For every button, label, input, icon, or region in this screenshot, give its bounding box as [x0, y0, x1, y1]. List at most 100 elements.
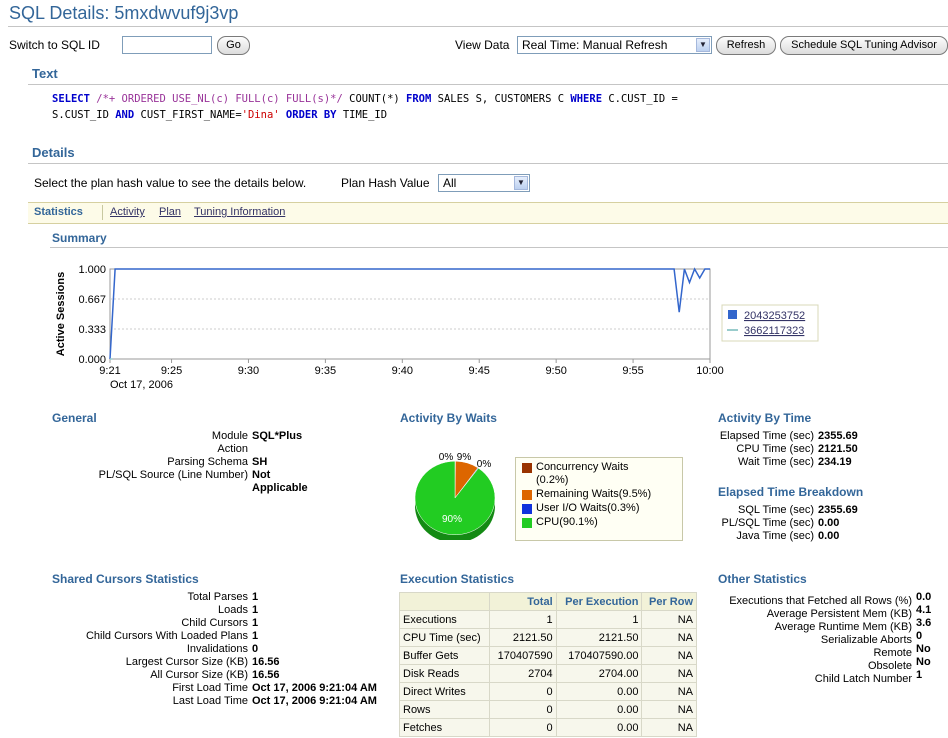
table-cell: Fetches — [398, 718, 491, 737]
table-cell: Buffer Gets — [398, 646, 491, 665]
table-cell: NA — [641, 682, 697, 701]
plan-hash-label: Plan Hash Value — [341, 176, 430, 190]
sql-text: SELECT /*+ ORDERED USE_NL(c) FULL(c) FUL… — [52, 91, 678, 123]
execution-statistics-heading: Execution Statistics — [400, 572, 515, 586]
stat-row: Loads 1 — [52, 604, 382, 617]
stat-row: Executions that Fetched all Rows (%) 0.0 — [718, 591, 942, 607]
stat-row: Last Load Time Oct 17, 2006 9:21:04 AM — [52, 695, 382, 708]
schedule-sql-tuning-advisor-button[interactable]: Schedule SQL Tuning Advisor — [780, 36, 948, 55]
shared-cursors-list: Total Parses 1 Loads 1 Child Cursors 1 Child C… — [52, 591, 382, 708]
sql-token: 'Dina' — [241, 109, 280, 121]
table-cell: 0 — [489, 718, 557, 737]
legend-swatch — [522, 518, 532, 528]
elapsed-breakdown-list: SQL Time (sec) 2355.69 PL/SQL Time (sec) 0.… — [718, 504, 858, 543]
stat-row: Largest Cursor Size (KB) 16.56 — [52, 656, 382, 669]
sql-text-line-2: S.CUST_ID AND CUST_FIRST_NAME='Dina' ORD… — [52, 107, 678, 123]
table-row: Direct Writes 0 0.00 NA — [398, 682, 697, 701]
pie-label: 9% — [457, 452, 472, 463]
tab-activity[interactable]: Activity — [110, 206, 145, 218]
pie-legend-item: CPU(90.1%) — [516, 516, 682, 529]
table-cell: 0 — [489, 700, 557, 719]
sql-token: CUST_FIRST_NAME= — [134, 109, 242, 121]
stat-label: Action — [217, 443, 248, 455]
other-statistics-list: Executions that Fetched all Rows (%) 0.0 A… — [718, 591, 942, 685]
refresh-button[interactable]: Refresh — [716, 36, 776, 55]
y-tick-label: 0.667 — [78, 294, 106, 306]
stat-row: SQL Time (sec) 2355.69 — [718, 504, 858, 517]
sql-text-line-1: SELECT /*+ ORDERED USE_NL(c) FULL(c) FUL… — [52, 91, 678, 107]
general-list: Module SQL*Plus Action Parsing Schema SH PL/S… — [52, 430, 372, 495]
stat-label: Invalidations — [186, 643, 248, 655]
pie-label: 0% — [439, 452, 454, 463]
plan-hash-value: All — [443, 176, 457, 190]
table-cell: Executions — [398, 610, 491, 629]
stat-row: Elapsed Time (sec) 2355.69 — [718, 430, 858, 443]
stat-label: Java Time (sec) — [736, 530, 814, 542]
stat-row: Child Latch Number 1 — [718, 669, 942, 685]
x-tick-label: 10:00 — [696, 365, 724, 377]
table-cell: NA — [641, 700, 697, 719]
table-cell: 2704 — [489, 664, 557, 683]
shared-cursors-heading: Shared Cursors Statistics — [52, 572, 199, 586]
stat-row: Remote No — [718, 643, 942, 659]
x-tick-label: 9:21 — [99, 365, 120, 377]
chevron-down-icon[interactable]: ▼ — [696, 38, 710, 52]
pie-legend-item: Remaining Waits(9.5%) — [516, 488, 682, 501]
sql-token: /*+ ORDERED USE_NL(c) FULL(c) FULL(s)*/ — [96, 93, 343, 105]
view-data-select[interactable]: Real Time: Manual Refresh ▼ — [517, 36, 712, 54]
stat-label: Wait Time (sec) — [738, 456, 814, 468]
pie-label: 0% — [477, 459, 492, 470]
stat-label: PL/SQL Time (sec) — [721, 517, 814, 529]
table-cell: 0 — [489, 682, 557, 701]
legend-swatch — [728, 310, 737, 319]
stat-label: Child Cursors With Loaded Plans — [85, 630, 248, 642]
legend-label[interactable]: 3662117323 — [744, 325, 804, 337]
legend-label[interactable]: 2043253752 — [744, 310, 805, 322]
stat-row: CPU Time (sec) 2121.50 — [718, 443, 857, 456]
stat-row: Module SQL*Plus — [52, 430, 372, 443]
go-button[interactable]: Go — [217, 36, 250, 55]
tab-tuning-information[interactable]: Tuning Information — [194, 206, 285, 218]
stat-row: Parsing Schema SH — [52, 456, 372, 469]
sql-token: SELECT — [52, 93, 90, 105]
stat-label: Child Latch Number — [814, 673, 912, 685]
text-section-heading: Text — [32, 66, 58, 81]
pie-legend-item: Concurrency Waits (0.2%) — [516, 461, 682, 487]
stat-row: Average Persistent Mem (KB) 4.1 — [718, 604, 942, 620]
x-tick-label: 9:45 — [469, 365, 490, 377]
stat-value: 0.0 — [916, 591, 932, 603]
tab-statistics[interactable]: Statistics — [34, 206, 83, 218]
x-tick-label: 9:25 — [161, 365, 182, 377]
stat-row: Wait Time (sec) 234.19 — [718, 456, 858, 469]
stat-label: CPU Time (sec) — [736, 443, 814, 455]
stat-label: Largest Cursor Size (KB) — [125, 656, 248, 668]
chevron-down-icon[interactable]: ▼ — [514, 176, 528, 190]
stat-label: First Load Time — [172, 682, 248, 694]
active-sessions-chart: 1.0000.6670.3330.0009:21 9:25 9:30 9:35 9:40… — [55, 264, 819, 391]
plan-hash-instruction: Select the plan hash value to see the de… — [34, 176, 307, 190]
stat-row: Average Runtime Mem (KB) 3.6 — [718, 617, 942, 633]
x-tick-label: 9:35 — [315, 365, 336, 377]
plot-area — [109, 268, 711, 360]
stat-value: Oct 17, 2006 9:21:04 AM — [252, 695, 377, 707]
stat-label: Elapsed Time (sec) — [719, 430, 814, 442]
tab-plan[interactable]: Plan — [159, 206, 181, 218]
sql-id-input[interactable] — [122, 36, 212, 54]
stat-label: Module — [211, 430, 248, 442]
x-tick-label: 9:55 — [622, 365, 643, 377]
stat-label: PL/SQL Source (Line Number) — [98, 469, 248, 481]
table-cell: NA — [641, 664, 697, 683]
stat-value: 3.6 — [916, 617, 932, 629]
stat-row: Java Time (sec) 0.00 — [718, 530, 858, 543]
table-cell: NA — [641, 718, 697, 737]
table-cell: 2121.50 — [555, 628, 643, 647]
stat-row: All Cursor Size (KB) 16.56 — [52, 669, 382, 682]
stat-value: 1 — [252, 617, 259, 629]
stat-value: 0.00 — [818, 530, 840, 542]
page-title: SQL Details: 5mxdwvuf9j3vp — [9, 3, 239, 23]
table-row: Disk Reads 2704 2704.00 NA — [398, 664, 697, 683]
title-divider — [8, 26, 948, 27]
stat-value: Applicable — [252, 482, 308, 494]
y-axis-label: Active Sessions — [55, 272, 67, 356]
plan-hash-select[interactable]: All ▼ — [438, 174, 530, 192]
